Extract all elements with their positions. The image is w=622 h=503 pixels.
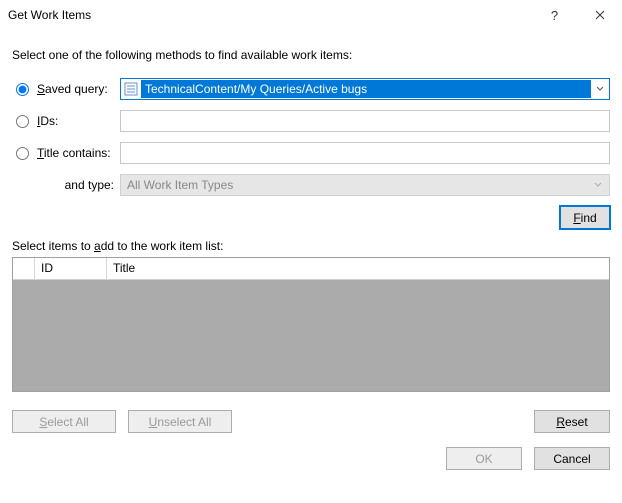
row-title-contains: Title contains: bbox=[12, 142, 610, 164]
selection-buttons: Select All Unselect All Reset bbox=[12, 410, 610, 433]
title-contains-input[interactable] bbox=[120, 142, 610, 164]
type-combo: All Work Item Types bbox=[120, 174, 610, 196]
col-check[interactable] bbox=[13, 258, 35, 279]
find-button[interactable]: Find bbox=[560, 206, 610, 229]
row-and-type: and type: All Work Item Types bbox=[12, 174, 610, 196]
ids-input[interactable] bbox=[120, 110, 610, 132]
unselect-all-button: Unselect All bbox=[128, 410, 232, 433]
radio-saved-query[interactable] bbox=[16, 83, 29, 96]
radio-ids[interactable] bbox=[16, 115, 29, 128]
window-title: Get Work Items bbox=[8, 8, 532, 22]
help-button[interactable]: ? bbox=[532, 0, 577, 30]
label-title-contains[interactable]: Title contains: bbox=[12, 146, 120, 160]
select-all-button: Select All bbox=[12, 410, 116, 433]
type-value: All Work Item Types bbox=[127, 178, 233, 192]
query-list-icon bbox=[123, 81, 139, 97]
close-icon bbox=[595, 10, 605, 20]
cancel-button[interactable]: Cancel bbox=[534, 447, 610, 470]
col-title[interactable]: Title bbox=[107, 258, 609, 279]
grid-instruction: Select items to add to the work item lis… bbox=[12, 239, 610, 253]
results-grid[interactable]: ID Title bbox=[12, 257, 610, 392]
dialog-content: Select one of the following methods to f… bbox=[0, 30, 622, 482]
reset-button[interactable]: Reset bbox=[534, 410, 610, 433]
saved-query-value: TechnicalContent/My Queries/Active bugs bbox=[141, 80, 591, 98]
chevron-down-icon bbox=[589, 175, 607, 195]
find-row: Find bbox=[12, 206, 610, 229]
label-and-type: and type: bbox=[12, 178, 120, 192]
radio-title-contains[interactable] bbox=[16, 147, 29, 160]
ok-button: OK bbox=[446, 447, 522, 470]
grid-header: ID Title bbox=[13, 258, 609, 280]
title-bar: Get Work Items ? bbox=[0, 0, 622, 30]
label-ids[interactable]: IDs: bbox=[12, 114, 120, 128]
label-saved-query[interactable]: Saved query: bbox=[12, 82, 120, 96]
instruction-text: Select one of the following methods to f… bbox=[12, 48, 610, 62]
footer-buttons: OK Cancel bbox=[12, 447, 610, 470]
col-id[interactable]: ID bbox=[35, 258, 107, 279]
row-saved-query: Saved query: TechnicalContent/My Queries… bbox=[12, 78, 610, 100]
close-button[interactable] bbox=[577, 0, 622, 30]
row-ids: IDs: bbox=[12, 110, 610, 132]
saved-query-combo[interactable]: TechnicalContent/My Queries/Active bugs bbox=[120, 78, 610, 100]
chevron-down-icon[interactable] bbox=[591, 79, 609, 99]
